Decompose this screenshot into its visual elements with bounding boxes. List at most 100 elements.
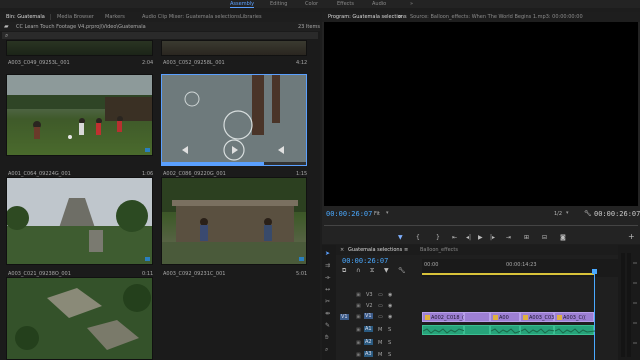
mark-out-icon[interactable]: }	[436, 234, 440, 241]
pen-tool-icon[interactable]: ✎	[325, 322, 330, 329]
extract-icon[interactable]: ⊟	[542, 234, 547, 241]
hand-tool-icon[interactable]: ✋︎	[325, 334, 328, 342]
lock-icon[interactable]: ▣	[356, 314, 361, 320]
sync-icon[interactable]: ▭	[378, 292, 383, 298]
solo-button[interactable]: S	[388, 327, 391, 333]
step-forward-icon[interactable]: |▸	[490, 234, 495, 241]
lock-icon[interactable]: ▣	[356, 292, 361, 298]
linked-selection-icon[interactable]: ⧖	[370, 267, 374, 275]
search-bar[interactable]: ⌕	[2, 32, 318, 39]
resolution-dropdown[interactable]: 1/2	[554, 211, 562, 217]
tab-libraries[interactable]: Libraries	[240, 14, 262, 20]
workspace-audio[interactable]: Audio	[372, 1, 386, 7]
workspace-editing[interactable]: Editing	[270, 1, 287, 7]
folder-icon[interactable]: ▰	[4, 23, 9, 30]
sync-icon[interactable]: ▭	[378, 303, 383, 309]
go-to-in-icon[interactable]: ⇤	[452, 234, 457, 241]
program-menu-icon[interactable]: ≡	[398, 14, 402, 20]
tab-markers[interactable]: Markers	[105, 14, 125, 20]
timeline-video-clip[interactable]: A002_C018_(	[422, 312, 464, 322]
clip-thumbnail-selected[interactable]	[161, 74, 307, 166]
source-patch-v1[interactable]: V1	[340, 314, 349, 320]
fit-dropdown[interactable]: Fit	[374, 211, 380, 217]
monitor-timeline-ruler[interactable]	[324, 222, 638, 228]
playhead-timecode[interactable]: 00:00:26:07	[326, 210, 372, 218]
eye-icon[interactable]: ◉	[388, 303, 392, 309]
video-viewer[interactable]	[324, 22, 638, 206]
eye-icon[interactable]: ◉	[388, 292, 392, 298]
timeline-video-clip[interactable]: A003_C03	[520, 312, 554, 322]
selection-tool-icon[interactable]: ➤	[325, 250, 330, 257]
mark-in-icon[interactable]: {	[416, 234, 420, 241]
track-label[interactable]: V1	[364, 313, 373, 319]
workspace-color[interactable]: Color	[305, 1, 318, 7]
timeline-audio-clip[interactable]	[554, 325, 595, 335]
tab-program[interactable]: Program: Guatemala selections	[328, 14, 407, 20]
track-label[interactable]: A1	[364, 326, 373, 332]
workspace-effects[interactable]: Effects	[337, 1, 354, 7]
add-button-icon[interactable]: +	[628, 232, 635, 241]
timeline-menu-icon[interactable]: ≡	[404, 247, 408, 253]
ripple-edit-tool-icon[interactable]: ⟛	[325, 274, 330, 282]
eye-icon[interactable]: ◉	[388, 314, 392, 320]
go-to-out-icon[interactable]: ⇥	[506, 234, 511, 241]
chevron-down-icon[interactable]: ▾	[386, 210, 389, 216]
lock-icon[interactable]: ▣	[356, 352, 361, 358]
timeline-video-clip[interactable]: A00	[490, 312, 520, 322]
add-marker-icon[interactable]: ▼	[398, 234, 403, 241]
track-select-tool-icon[interactable]: ⇉	[325, 262, 330, 269]
solo-button[interactable]: S	[388, 352, 391, 358]
mute-button[interactable]: M	[378, 352, 382, 358]
tab-guatemala-selections[interactable]: Guatemala selections	[348, 247, 402, 253]
clip-thumbnail[interactable]	[161, 40, 307, 56]
time-ruler[interactable]: 00:00 00:00:14:23	[422, 259, 618, 277]
mute-button[interactable]: M	[378, 327, 382, 333]
lock-icon[interactable]: ▣	[356, 340, 361, 346]
clip-thumbnail[interactable]	[6, 177, 153, 265]
tab-audio-clip-mixer[interactable]: Audio Clip Mixer: Guatemala selections	[142, 14, 240, 20]
timeline-video-clip[interactable]: A003_C((	[554, 312, 594, 322]
scrub-bar[interactable]	[162, 162, 306, 165]
tab-media-browser[interactable]: Media Browser	[57, 14, 94, 20]
solo-button[interactable]: S	[388, 340, 391, 346]
snap-icon[interactable]: ∩	[356, 267, 360, 274]
slip-tool-icon[interactable]: ⇹	[325, 310, 330, 317]
work-area-bar[interactable]	[422, 273, 594, 275]
workspace-assembly[interactable]: Assembly	[230, 1, 255, 8]
clip-thumbnail[interactable]	[6, 40, 153, 56]
track-label[interactable]: V3	[366, 292, 373, 298]
tab-balloon-effects[interactable]: Balloon_effects	[420, 247, 458, 253]
clip-thumbnail[interactable]	[161, 177, 307, 265]
step-back-icon[interactable]: ◂|	[466, 234, 471, 241]
camera-icon[interactable]: ◙	[560, 234, 566, 241]
lock-icon[interactable]: ▣	[356, 327, 361, 333]
timeline-video-clip[interactable]	[464, 312, 490, 322]
razor-tool-icon[interactable]: ✂	[325, 298, 330, 305]
nest-icon[interactable]: ⧉	[342, 267, 346, 275]
lift-icon[interactable]: ⊞	[524, 234, 529, 241]
timeline-audio-clip[interactable]	[464, 325, 490, 335]
track-label[interactable]: A2	[364, 339, 373, 345]
sync-icon[interactable]: ▭	[378, 314, 383, 320]
track-label[interactable]: A3	[364, 351, 373, 357]
clip-thumbnail[interactable]	[6, 277, 153, 360]
tab-bin-guatemala[interactable]: Bin: Guatemala	[6, 14, 45, 20]
timeline-audio-clip[interactable]	[490, 325, 521, 335]
marker-icon[interactable]: ▼	[384, 267, 389, 274]
timeline-audio-clip[interactable]	[520, 325, 555, 335]
timeline-audio-clip[interactable]	[422, 325, 465, 335]
chevron-down-icon[interactable]: ▾	[566, 210, 569, 216]
tab-source[interactable]: Source: Balloon_effects: When The World …	[410, 14, 583, 20]
wrench-icon[interactable]: 🔧︎	[584, 210, 592, 217]
timeline-settings-icon[interactable]: 🔧︎	[398, 267, 406, 274]
timeline-timecode[interactable]: 00:00:26:07	[342, 257, 388, 265]
zoom-tool-icon[interactable]: ⌕	[325, 346, 328, 354]
close-icon[interactable]: ×	[340, 247, 344, 253]
play-icon[interactable]: ▶	[478, 234, 483, 241]
clip-thumbnail[interactable]	[6, 74, 153, 156]
rate-stretch-tool-icon[interactable]: ↔	[325, 286, 330, 293]
lock-icon[interactable]: ▣	[356, 303, 361, 309]
mute-button[interactable]: M	[378, 340, 382, 346]
workspace-more-button[interactable]: »	[410, 1, 413, 7]
track-label[interactable]: V2	[366, 303, 373, 309]
